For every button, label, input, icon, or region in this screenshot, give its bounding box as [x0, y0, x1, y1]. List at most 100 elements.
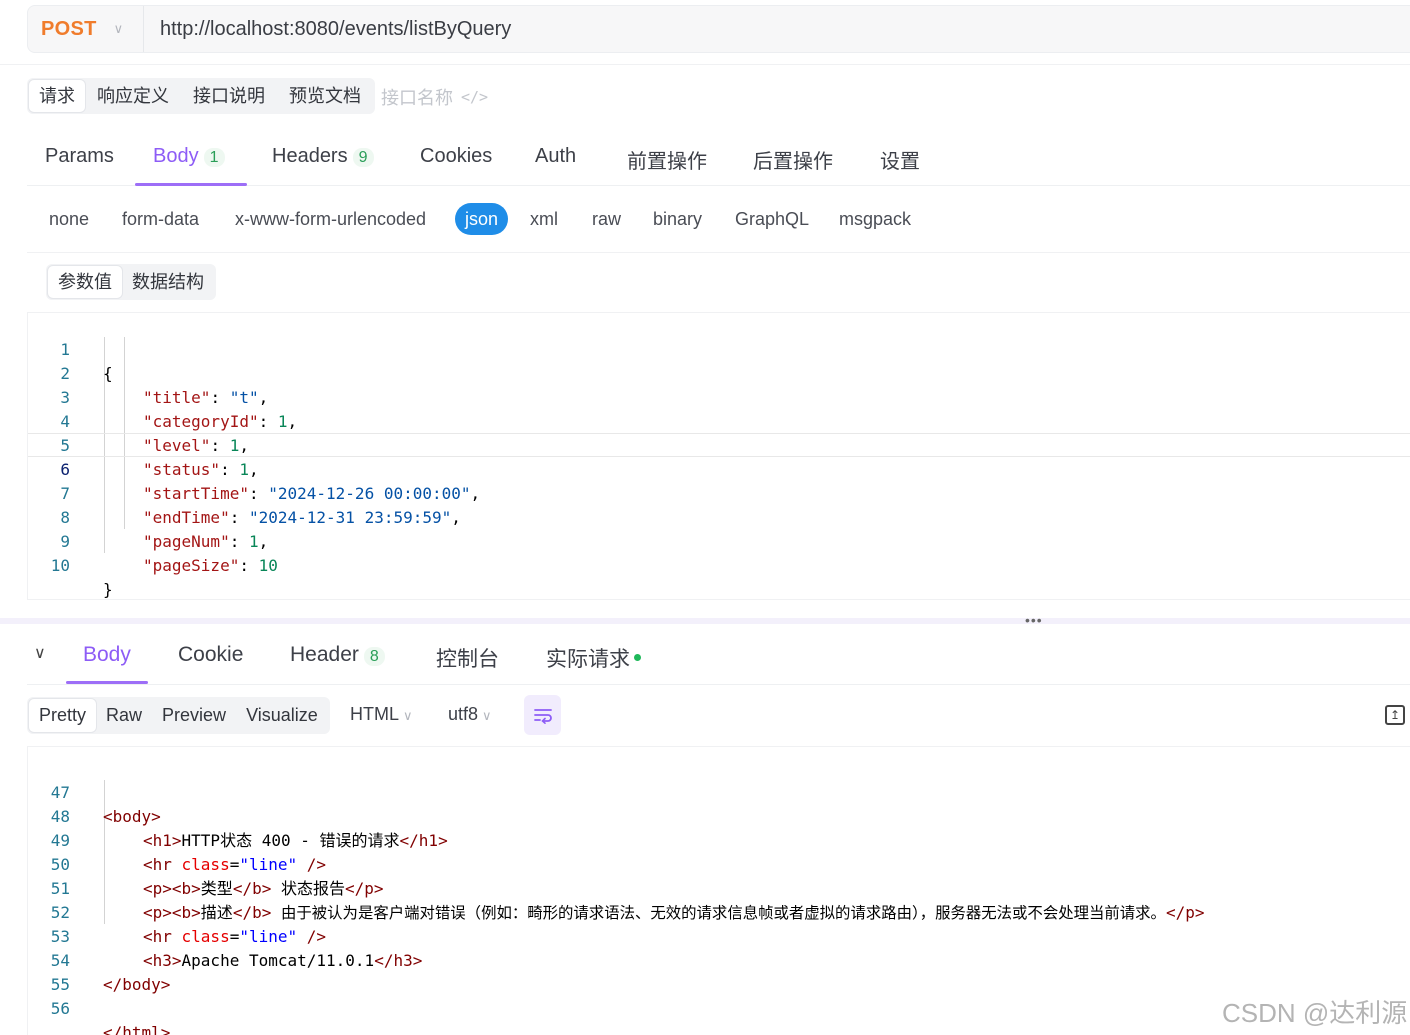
code-line: 56 </html> [28, 973, 1410, 1035]
resp-tab-console-label: 控制台 [436, 648, 499, 671]
tab-post-operation[interactable]: 后置操作 [753, 145, 833, 174]
tab-pre-label: 前置操作 [627, 151, 707, 173]
code-line: 51 <p><b>描述</b> 由于被认为是客户端对错误（例如：畸形的请求语法、… [28, 853, 1410, 922]
tab-cookies-label: Cookies [420, 145, 493, 167]
tab-post-label: 后置操作 [753, 151, 833, 173]
request-tabs: Params Body 1 Headers 9 Cookies Auth 前置操作 … [27, 133, 1410, 186]
code-line: 5 "status": 1, [28, 410, 1410, 479]
chevron-down-icon: ∨ [482, 708, 492, 723]
response-body-viewer[interactable]: 47 <body> 48 <h1>HTTP状态 400 - 错误的请求</h1>… [27, 746, 1410, 1035]
tab-params[interactable]: Params [45, 145, 114, 168]
body-type-form-data[interactable]: form-data [122, 209, 199, 230]
url-bar: POST ∨ http://localhost:8080/events/list… [27, 5, 1410, 53]
tab-data-structure[interactable]: 数据结构 [122, 266, 214, 298]
code-line: 53 <h3>Apache Tomcat/11.0.1</h3> [28, 901, 1410, 970]
json-value: 10 [258, 556, 278, 575]
body-type-selector: none form-data x-www-form-urlencoded jso… [27, 200, 1027, 240]
watermark: CSDN @达利源 [1222, 998, 1408, 1028]
resp-tab-actual-label: 实际请求 [546, 648, 630, 671]
encoding-select-value: utf8 [448, 704, 479, 724]
tab-param-values[interactable]: 参数值 [48, 266, 122, 298]
resp-tab-cookie-label: Cookie [178, 643, 244, 666]
body-type-binary[interactable]: binary [653, 209, 702, 230]
resp-tab-body-label: Body [83, 643, 131, 666]
chevron-down-icon: ∨ [113, 21, 124, 36]
headers-count-badge: 9 [352, 148, 374, 167]
body-type-graphql[interactable]: GraphQL [735, 209, 809, 230]
resp-tab-header[interactable]: Header 8 [290, 643, 385, 667]
code-line: 47 <body> [28, 757, 1410, 826]
doc-tabs: 请求 响应定义 接口说明 预览文档 [27, 78, 375, 114]
body-type-raw[interactable]: raw [592, 209, 621, 230]
code-line: 4 "level": 1, [28, 386, 1410, 455]
view-preview[interactable]: Preview [152, 699, 236, 732]
tab-preview-doc[interactable]: 预览文档 [277, 80, 373, 112]
view-visualize[interactable]: Visualize [236, 699, 328, 732]
view-pretty[interactable]: Pretty [29, 699, 97, 732]
resp-tab-header-label: Header [290, 643, 359, 666]
tab-request[interactable]: 请求 [29, 80, 85, 112]
url-input[interactable]: http://localhost:8080/events/listByQuery [144, 18, 511, 41]
resp-tab-console[interactable]: 控制台 [436, 643, 499, 673]
tab-headers[interactable]: Headers 9 [272, 145, 374, 168]
tab-body-label: Body [153, 145, 199, 167]
divider [0, 64, 1410, 65]
word-wrap-icon [533, 709, 552, 724]
code-line: 3 "categoryId": 1, [28, 362, 1410, 431]
tab-body[interactable]: Body 1 [153, 145, 225, 168]
view-raw[interactable]: Raw [96, 699, 152, 732]
code-line: 2 "title": "t", [28, 338, 1410, 407]
word-wrap-button[interactable] [524, 695, 561, 735]
code-line: 49 <hr class="line" /> [28, 805, 1410, 874]
code-line: 8 "pageNum": 1, [28, 482, 1410, 551]
status-dot [634, 653, 641, 661]
code-line: 10 } [28, 530, 1410, 599]
chevron-down-icon: ∨ [403, 708, 413, 723]
tab-auth[interactable]: Auth [535, 145, 576, 168]
method-select[interactable]: POST ∨ [28, 6, 144, 52]
code-icon: </> [461, 88, 489, 106]
api-name-placeholder: 接口名称 [381, 88, 453, 108]
code-text: </html> [103, 1023, 171, 1035]
header-count-badge: 8 [363, 647, 385, 666]
tab-params-label: Params [45, 145, 114, 167]
tab-api-description[interactable]: 接口说明 [181, 80, 277, 112]
export-icon[interactable]: ↥ [1385, 705, 1405, 725]
body-count-badge: 1 [203, 148, 225, 167]
tab-response-definition[interactable]: 响应定义 [85, 80, 181, 112]
body-type-none[interactable]: none [49, 209, 89, 230]
tab-headers-label: Headers [272, 145, 348, 167]
resp-tab-cookie[interactable]: Cookie [178, 643, 243, 667]
code-line: 7 "endTime": "2024-12-31 23:59:59", [28, 458, 1410, 527]
tab-cookies[interactable]: Cookies [420, 145, 492, 168]
drag-handle-icon[interactable]: ••• [1025, 612, 1043, 628]
encoding-select[interactable]: utf8 ∨ [448, 704, 492, 725]
tab-pre-operation[interactable]: 前置操作 [627, 145, 707, 174]
body-type-urlencoded[interactable]: x-www-form-urlencoded [235, 209, 426, 230]
body-type-xml[interactable]: xml [530, 209, 558, 230]
panel-resizer[interactable] [0, 618, 1410, 624]
method-label: POST [41, 17, 97, 40]
divider [27, 252, 1410, 253]
line-number: 56 [50, 999, 70, 1018]
resp-tab-actual-request[interactable]: 实际请求 [546, 643, 641, 673]
view-mode-tabs: Pretty Raw Preview Visualize [27, 697, 330, 734]
resp-tab-body[interactable]: Body [83, 643, 131, 667]
line-number: 10 [50, 556, 70, 575]
body-type-msgpack[interactable]: msgpack [839, 209, 911, 230]
param-view-tabs: 参数值 数据结构 [46, 264, 216, 300]
request-body-editor[interactable]: 1 { 2 "title": "t", 3 "categoryId": 1, 4… [27, 312, 1410, 600]
json-key: "pageSize" [143, 556, 240, 575]
json-sep: : [239, 556, 259, 575]
api-name-input[interactable]: 接口名称 </> [381, 84, 488, 110]
code-line: 1 { [28, 314, 1410, 383]
tab-settings[interactable]: 设置 [880, 145, 920, 174]
body-type-json[interactable]: json [455, 203, 509, 235]
code-line-current: 6 "startTime": "2024-12-26 00:00:00", [28, 433, 1410, 503]
format-select[interactable]: HTML ∨ [350, 704, 413, 725]
code-line: 54 </body> [28, 925, 1410, 994]
code-line: 48 <h1>HTTP状态 400 - 错误的请求</h1> [28, 781, 1410, 850]
code-line: 52 <hr class="line" /> [28, 877, 1410, 946]
chevron-down-icon[interactable]: ∨ [34, 643, 46, 663]
divider [27, 684, 1410, 685]
